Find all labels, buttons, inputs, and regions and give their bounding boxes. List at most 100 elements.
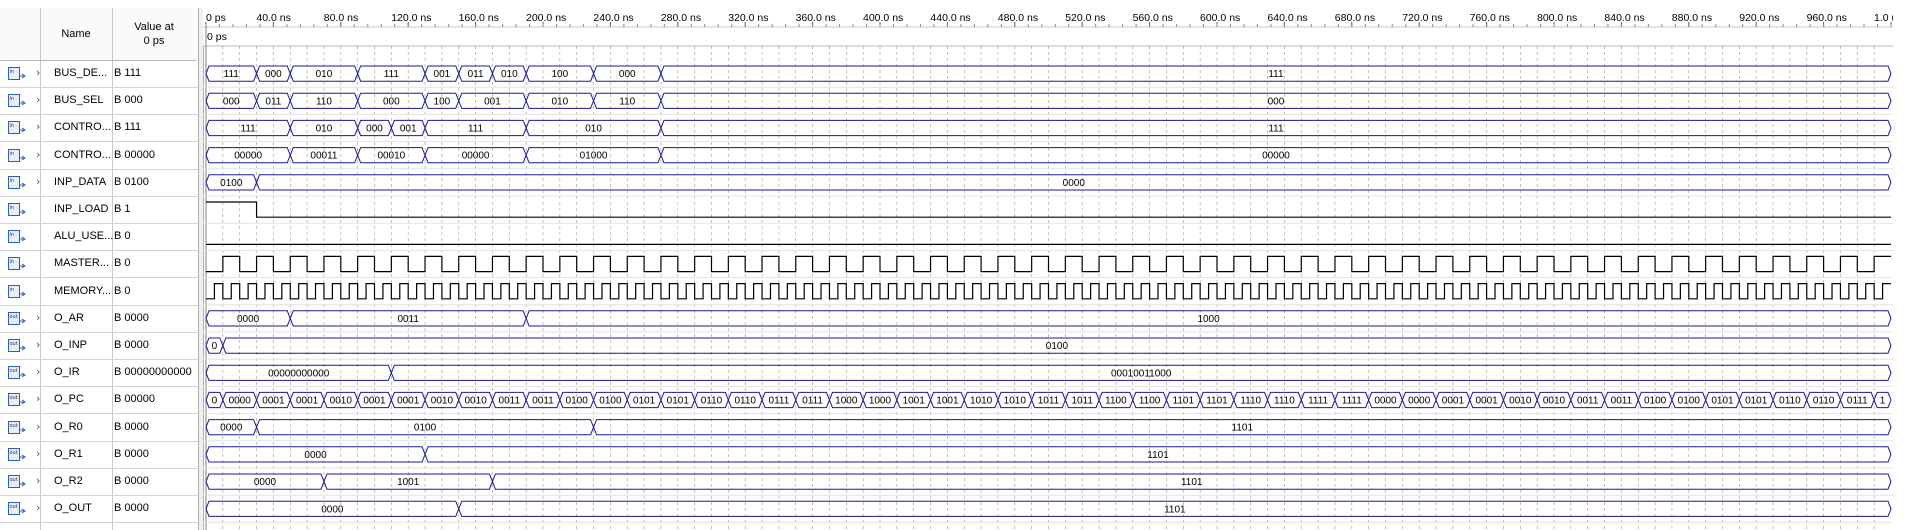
signal-row[interactable]: in › CONTRO... B 00000 [0,142,198,170]
bus-value-label: 111 [241,124,257,135]
bus-value-label: 110 [619,96,635,107]
svg-text:out: out [10,341,18,347]
bus-value-label: 0000 [304,450,327,461]
signal-row[interactable]: out › O_IR B 00000000000 [0,359,198,388]
waveform-canvas[interactable]: 0 ps 40.0 ns 80.0 ns 120.0 ns 160.0 ns 200.0 … [203,8,1893,530]
input-pin-icon: in [8,230,26,244]
signal-row[interactable]: out › O_R0 B 0000 [0,414,198,442]
svg-text:out: out [10,504,18,510]
signal-value: B 0 [114,257,131,270]
signal-name: O_PC [54,393,84,406]
bus-value-label: 0 [212,396,218,407]
output-pin-icon: out [8,339,26,352]
header-icon-cell [0,8,40,61]
signal-value: B 1 [114,203,131,215]
bus-value-label: 0010 [1543,396,1566,407]
signal-row[interactable]: out › O_AR B 0000 [0,305,198,333]
signal-row[interactable]: in › CONTRO... B 111 [0,114,198,143]
signal-row[interactable]: out › O_R1 B 0000 [0,441,198,469]
svg-text:in: in [10,96,15,102]
signal-row[interactable]: in › BUS_DE... B 111 [0,60,198,88]
expand-chevron-icon[interactable]: › [36,501,40,514]
signal-row[interactable]: in MASTER... B 0 [0,250,198,279]
expand-chevron-icon[interactable]: › [36,66,40,79]
bus-value-label: 0101 [1745,396,1768,407]
bus-value-label: 111 [1268,124,1284,135]
bus-value-label: 1100 [1139,396,1161,407]
expand-chevron-icon[interactable]: › [36,338,40,351]
bus-value-label: 1 [1880,396,1886,407]
bus-value-label: 1000 [1197,314,1220,325]
signal-name: O_IR [54,366,80,379]
svg-text:in: in [10,259,15,265]
expand-chevron-icon[interactable]: › [36,474,40,487]
expand-chevron-icon[interactable]: › [36,120,40,133]
bus-value-label: 0111 [769,396,790,407]
bus-value-label: 0001 [397,396,420,407]
input-pin-icon: in [8,121,26,135]
svg-text:in: in [10,205,15,211]
bus-value-label: 111 [1268,69,1284,80]
expand-chevron-icon[interactable]: › [36,148,40,161]
bus-value-label: 111 [468,124,484,135]
name-column-header[interactable]: Name [40,8,112,61]
tick-label: 880.0 ns [1672,12,1712,24]
tick-label: 480.0 ns [998,12,1038,24]
signal-value: B 111 [114,67,142,79]
bus-value-label: 00010 [377,151,405,162]
signal-value: B 0000 [114,339,149,351]
output-pin-icon: out [8,502,26,516]
expand-chevron-icon[interactable]: › [36,365,40,378]
expand-chevron-icon[interactable]: › [36,420,40,433]
signal-row[interactable]: out › O_INP B 0000 [0,332,198,360]
bus-value-label: 0100 [1678,396,1701,407]
bus-value-label: 0001 [296,396,319,407]
bus-value-label: 0110 [1779,396,1801,407]
input-pin-icon: in [8,257,26,271]
signal-value: B 00000 [114,148,155,161]
expand-chevron-icon[interactable]: › [36,447,40,460]
expand-chevron-icon[interactable]: › [36,392,40,405]
signal-name: O_R2 [54,475,83,487]
bus-value-label: 00011 [310,151,338,162]
signal-name: INP_DATA [54,175,107,188]
value-column-header[interactable]: Value at 0 ps [112,8,196,61]
bus-value-label: 01000 [580,151,608,162]
bus-value-label: 0010 [1509,396,1532,407]
bus-value-label: 001 [484,96,501,107]
svg-text:in: in [10,232,15,238]
signal-row[interactable]: in › BUS_SEL B 000 [0,87,198,116]
bus-value-label: 110 [316,96,332,107]
bus-value-label: 1111 [1342,396,1362,407]
tick-label: 640.0 ns [1267,12,1307,24]
bus-value-label: 1101 [1232,423,1254,434]
signal-row[interactable]: out › O_R2 B 0000 [0,468,198,496]
expand-chevron-icon[interactable]: › [36,93,40,106]
expand-chevron-icon[interactable]: › [36,311,40,324]
tick-label: 560.0 ns [1133,12,1173,24]
signal-row[interactable]: in ALU_USE... B 0 [0,223,198,252]
bus-value-label: 001 [400,124,417,135]
bus-value-label: 0000 [237,314,260,325]
signal-name: O_AR [54,311,84,324]
bus-value-label: 0100 [414,423,437,434]
bus-value-label: 00010011000 [1111,368,1172,379]
output-pin-icon: out [8,366,26,380]
bus-value-label: 0011 [499,396,521,407]
expand-chevron-icon[interactable]: › [36,175,40,188]
bus-value-label: 000 [265,69,282,80]
waveform-viewer: { "header": {"name_col": "Name", "value_… [0,0,1917,530]
signal-row[interactable]: in › INP_DATA B 0100 [0,169,198,197]
bus-value-label: 1001 [397,477,420,488]
bus-value-label: 000 [223,96,240,107]
signal-row[interactable]: in INP_LOAD B 1 [0,196,198,224]
tick-label: 840.0 ns [1604,12,1644,24]
signal-row[interactable]: in MEMORY... B 0 [0,278,198,306]
signal-row[interactable]: out › O_OUT B 0000 [0,495,198,524]
input-pin-icon: in [8,67,26,80]
signal-name: O_INP [54,339,88,351]
svg-text:out: out [10,314,18,320]
output-pin-icon: out [8,311,26,325]
signal-row[interactable]: out › O_PC B 00000 [0,386,198,415]
bus-value-label: 1100 [1105,396,1127,407]
